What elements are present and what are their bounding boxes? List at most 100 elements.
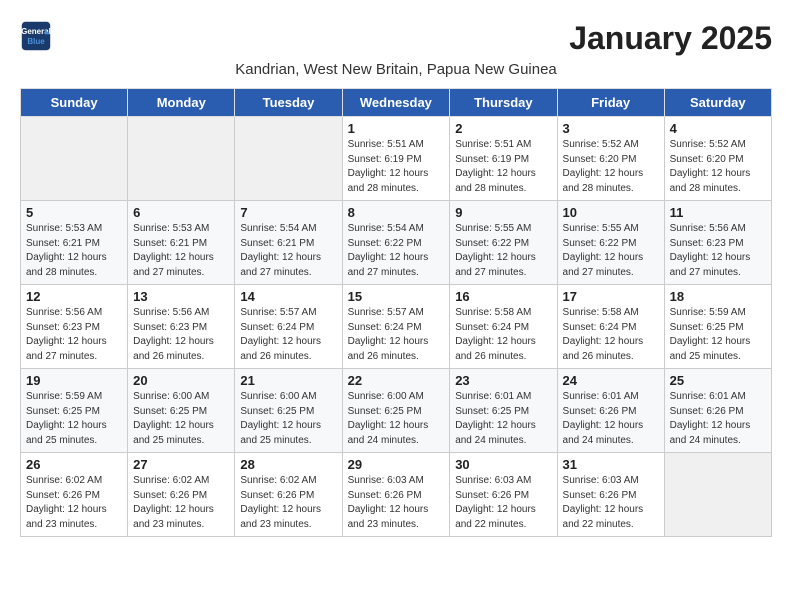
day-detail: Sunrise: 5:58 AMSunset: 6:24 PMDaylight:… [455, 306, 551, 364]
day-detail: Sunrise: 5:56 AMSunset: 6:23 PMDaylight:… [133, 306, 229, 364]
day-detail: Sunrise: 5:53 AMSunset: 6:21 PMDaylight:… [26, 222, 122, 280]
day-detail: Sunrise: 5:55 AMSunset: 6:22 PMDaylight:… [455, 222, 551, 280]
day-number: 24 [563, 373, 659, 388]
day-number: 6 [133, 205, 229, 220]
calendar-title: January 2025 [569, 20, 772, 57]
day-detail: Sunrise: 5:52 AMSunset: 6:20 PMDaylight:… [563, 138, 659, 196]
day-number: 17 [563, 289, 659, 304]
calendar-cell: 17 Sunrise: 5:58 AMSunset: 6:24 PMDayligh… [557, 285, 664, 369]
day-detail: Sunrise: 6:02 AMSunset: 6:26 PMDaylight:… [240, 474, 336, 532]
calendar-cell: 4 Sunrise: 5:52 AMSunset: 6:20 PMDaylight… [664, 117, 771, 201]
day-detail: Sunrise: 5:51 AMSunset: 6:19 PMDaylight:… [455, 138, 551, 196]
calendar-cell: 31 Sunrise: 6:03 AMSunset: 6:26 PMDayligh… [557, 453, 664, 537]
calendar-cell: 29 Sunrise: 6:03 AMSunset: 6:26 PMDayligh… [342, 453, 450, 537]
svg-text:Blue: Blue [27, 37, 45, 46]
calendar-cell: 13 Sunrise: 5:56 AMSunset: 6:23 PMDayligh… [128, 285, 235, 369]
calendar-cell: 23 Sunrise: 6:01 AMSunset: 6:25 PMDayligh… [450, 369, 557, 453]
calendar-cell: 21Sunrise: 6:00 AMSunset: 6:25 PMDayligh… [235, 369, 342, 453]
day-number: 9 [455, 205, 551, 220]
day-number: 7 [240, 205, 336, 220]
calendar-cell: 30 Sunrise: 6:03 AMSunset: 6:26 PMDayligh… [450, 453, 557, 537]
calendar-cell: 15 Sunrise: 5:57 AMSunset: 6:24 PMDayligh… [342, 285, 450, 369]
calendar-subtitle: Kandrian, West New Britain, Papua New Gu… [20, 61, 772, 78]
day-number: 13 [133, 289, 229, 304]
day-detail: Sunrise: 5:56 AMSunset: 6:23 PMDaylight:… [670, 222, 766, 280]
day-detail: Sunrise: 5:53 AMSunset: 6:21 PMDaylight:… [133, 222, 229, 280]
calendar-cell [235, 117, 342, 201]
calendar-cell: 19 Sunrise: 5:59 AMSunset: 6:25 PMDayligh… [21, 369, 128, 453]
day-detail: Sunrise: 5:54 AMSunset: 6:22 PMDaylight:… [348, 222, 445, 280]
day-header-monday: Monday [128, 89, 235, 117]
day-detail: Sunrise: 6:00 AMSunset: 6:25 PMDaylight:… [348, 390, 445, 448]
logo-icon: General Blue [20, 20, 52, 52]
day-number: 23 [455, 373, 551, 388]
logo: General Blue [20, 20, 56, 52]
calendar-cell [664, 453, 771, 537]
day-header-tuesday: Tuesday [235, 89, 342, 117]
day-detail: Sunrise: 6:02 AMSunset: 6:26 PMDaylight:… [26, 474, 122, 532]
day-detail: Sunrise: 6:03 AMSunset: 6:26 PMDaylight:… [563, 474, 659, 532]
calendar-cell: 27Sunrise: 6:02 AMSunset: 6:26 PMDayligh… [128, 453, 235, 537]
calendar-cell [21, 117, 128, 201]
day-detail: Sunrise: 6:02 AMSunset: 6:26 PMDaylight:… [133, 474, 229, 532]
day-detail: Sunrise: 6:01 AMSunset: 6:26 PMDaylight:… [563, 390, 659, 448]
day-detail: Sunrise: 5:51 AMSunset: 6:19 PMDaylight:… [348, 138, 445, 196]
day-number: 11 [670, 205, 766, 220]
day-number: 8 [348, 205, 445, 220]
day-number: 12 [26, 289, 122, 304]
day-number: 18 [670, 289, 766, 304]
calendar-cell: 25Sunrise: 6:01 AMSunset: 6:26 PMDayligh… [664, 369, 771, 453]
calendar-cell: 8 Sunrise: 5:54 AMSunset: 6:22 PMDaylight… [342, 201, 450, 285]
day-detail: Sunrise: 5:52 AMSunset: 6:20 PMDaylight:… [670, 138, 766, 196]
calendar-cell: 28 Sunrise: 6:02 AMSunset: 6:26 PMDayligh… [235, 453, 342, 537]
calendar-cell: 14 Sunrise: 5:57 AMSunset: 6:24 PMDayligh… [235, 285, 342, 369]
day-detail: Sunrise: 5:58 AMSunset: 6:24 PMDaylight:… [563, 306, 659, 364]
day-number: 20 [133, 373, 229, 388]
day-detail: Sunrise: 6:01 AMSunset: 6:26 PMDaylight:… [670, 390, 766, 448]
day-header-wednesday: Wednesday [342, 89, 450, 117]
day-number: 31 [563, 457, 659, 472]
calendar-cell: 6 Sunrise: 5:53 AMSunset: 6:21 PMDaylight… [128, 201, 235, 285]
day-detail: Sunrise: 5:55 AMSunset: 6:22 PMDaylight:… [563, 222, 659, 280]
day-number: 22 [348, 373, 445, 388]
calendar-cell: 24 Sunrise: 6:01 AMSunset: 6:26 PMDayligh… [557, 369, 664, 453]
day-detail: Sunrise: 5:54 AMSunset: 6:21 PMDaylight:… [240, 222, 336, 280]
day-number: 30 [455, 457, 551, 472]
calendar-cell: 20 Sunrise: 6:00 AMSunset: 6:25 PMDayligh… [128, 369, 235, 453]
calendar-cell: 12 Sunrise: 5:56 AMSunset: 6:23 PMDayligh… [21, 285, 128, 369]
calendar-cell: 10 Sunrise: 5:55 AMSunset: 6:22 PMDayligh… [557, 201, 664, 285]
day-detail: Sunrise: 5:59 AMSunset: 6:25 PMDaylight:… [670, 306, 766, 364]
day-number: 26 [26, 457, 122, 472]
calendar-cell: 3 Sunrise: 5:52 AMSunset: 6:20 PMDaylight… [557, 117, 664, 201]
day-detail: Sunrise: 6:00 AMSunset: 6:25 PMDaylight:… [240, 390, 336, 448]
calendar-cell: 2 Sunrise: 5:51 AMSunset: 6:19 PMDaylight… [450, 117, 557, 201]
calendar-cell: 7 Sunrise: 5:54 AMSunset: 6:21 PMDaylight… [235, 201, 342, 285]
day-number: 14 [240, 289, 336, 304]
calendar-cell: 22 Sunrise: 6:00 AMSunset: 6:25 PMDayligh… [342, 369, 450, 453]
day-detail: Sunrise: 5:56 AMSunset: 6:23 PMDaylight:… [26, 306, 122, 364]
day-detail: Sunrise: 6:01 AMSunset: 6:25 PMDaylight:… [455, 390, 551, 448]
day-detail: Sunrise: 6:00 AMSunset: 6:25 PMDaylight:… [133, 390, 229, 448]
day-detail: Sunrise: 5:57 AMSunset: 6:24 PMDaylight:… [348, 306, 445, 364]
day-header-thursday: Thursday [450, 89, 557, 117]
day-detail: Sunrise: 6:03 AMSunset: 6:26 PMDaylight:… [348, 474, 445, 532]
calendar-cell: 5 Sunrise: 5:53 AMSunset: 6:21 PMDaylight… [21, 201, 128, 285]
day-number: 16 [455, 289, 551, 304]
day-header-friday: Friday [557, 89, 664, 117]
day-number: 5 [26, 205, 122, 220]
day-number: 4 [670, 121, 766, 136]
calendar-cell: 1 Sunrise: 5:51 AMSunset: 6:19 PMDaylight… [342, 117, 450, 201]
calendar-cell [128, 117, 235, 201]
day-number: 2 [455, 121, 551, 136]
day-number: 29 [348, 457, 445, 472]
day-number: 15 [348, 289, 445, 304]
day-detail: Sunrise: 5:59 AMSunset: 6:25 PMDaylight:… [26, 390, 122, 448]
day-number: 10 [563, 205, 659, 220]
day-detail: Sunrise: 5:57 AMSunset: 6:24 PMDaylight:… [240, 306, 336, 364]
calendar-cell: 18 Sunrise: 5:59 AMSunset: 6:25 PMDayligh… [664, 285, 771, 369]
day-number: 3 [563, 121, 659, 136]
day-number: 19 [26, 373, 122, 388]
day-number: 1 [348, 121, 445, 136]
day-number: 28 [240, 457, 336, 472]
day-detail: Sunrise: 6:03 AMSunset: 6:26 PMDaylight:… [455, 474, 551, 532]
